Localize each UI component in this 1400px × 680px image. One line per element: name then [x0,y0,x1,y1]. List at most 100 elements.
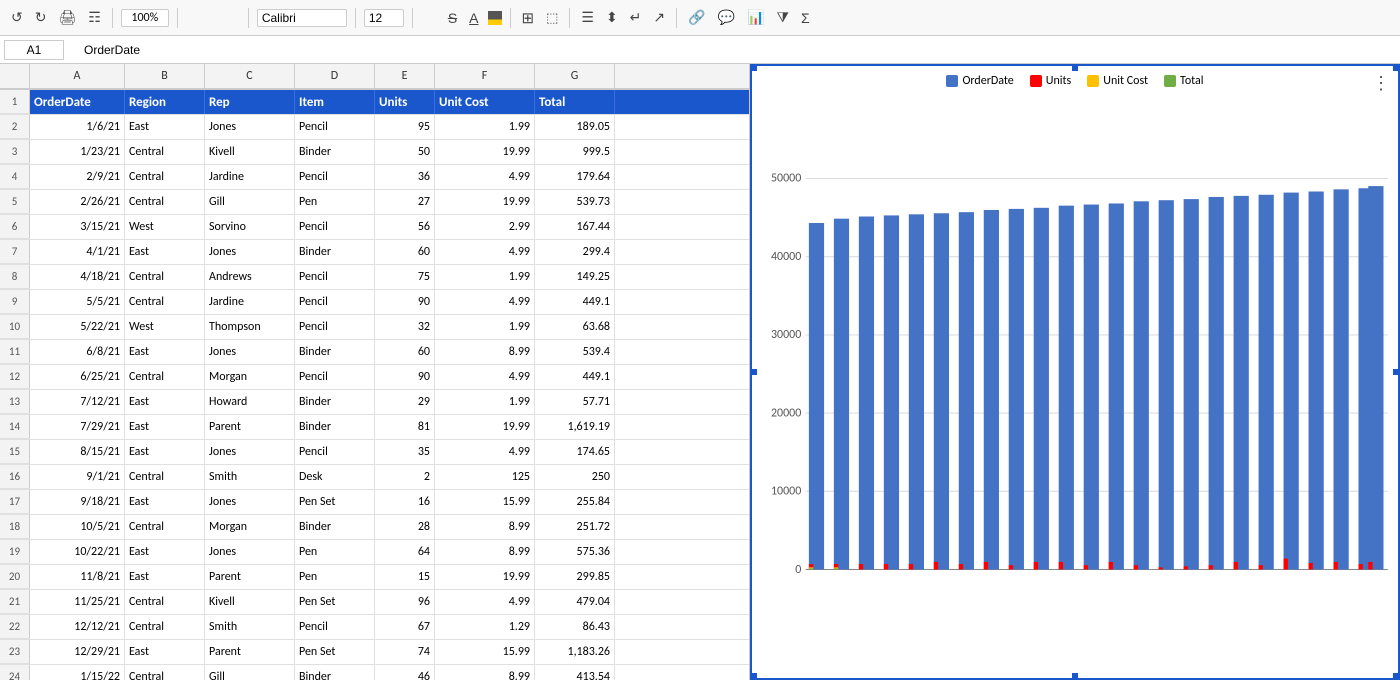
cell-f2[interactable]: 1.99 [435,115,535,139]
currency-button[interactable] [186,16,192,20]
cell-g5[interactable]: 539.73 [535,190,615,214]
cell-f8[interactable]: 1.99 [435,265,535,289]
col-header-e[interactable]: E [375,64,435,88]
strikethrough-button[interactable]: S [445,8,460,28]
link-button[interactable]: 🔗 [685,7,708,28]
merge-cells-button[interactable]: ⬚ [543,8,561,28]
cell-d24[interactable]: Binder [295,665,375,680]
cell-e12[interactable]: 90 [375,365,435,389]
cell-d8[interactable]: Pencil [295,265,375,289]
resize-handle-top-right[interactable] [1392,64,1400,72]
cell-a22[interactable]: 12/12/21 [30,615,125,639]
cell-a6[interactable]: 3/15/21 [30,215,125,239]
cell-e14[interactable]: 81 [375,415,435,439]
cell-d14[interactable]: Binder [295,415,375,439]
cell-c22[interactable]: Smith [205,615,295,639]
cell-c2[interactable]: Jones [205,115,295,139]
cell-e13[interactable]: 29 [375,390,435,414]
cell-d7[interactable]: Binder [295,240,375,264]
cell-c6[interactable]: Sorvino [205,215,295,239]
cell-f15[interactable]: 4.99 [435,440,535,464]
cell-d23[interactable]: Pen Set [295,640,375,664]
comment-button[interactable]: 💬 [715,7,738,28]
chart-button[interactable]: 📊 [744,7,767,28]
filter-button[interactable]: ⧩ [773,7,792,28]
cell-a12[interactable]: 6/25/21 [30,365,125,389]
cell-e19[interactable]: 64 [375,540,435,564]
cell-b24[interactable]: Central [125,665,205,680]
cell-e21[interactable]: 96 [375,590,435,614]
cell-d16[interactable]: Desk [295,465,375,489]
cell-e10[interactable]: 32 [375,315,435,339]
cell-e24[interactable]: 46 [375,665,435,680]
undo-button[interactable]: ↺ [8,7,26,28]
font-family-input[interactable] [257,9,347,27]
cell-c12[interactable]: Morgan [205,365,295,389]
cell-d9[interactable]: Pencil [295,290,375,314]
cell-f5[interactable]: 19.99 [435,190,535,214]
cell-c18[interactable]: Morgan [205,515,295,539]
cell-c9[interactable]: Jardine [205,290,295,314]
v-align-button[interactable]: ⬍ [603,7,621,28]
redo-button[interactable]: ↻ [32,7,50,28]
cell-c5[interactable]: Gill [205,190,295,214]
cell-f13[interactable]: 1.99 [435,390,535,414]
cell-g21[interactable]: 479.04 [535,590,615,614]
cell-g17[interactable]: 255.84 [535,490,615,514]
cell-f9[interactable]: 4.99 [435,290,535,314]
cell-f4[interactable]: 4.99 [435,165,535,189]
resize-handle-mid-left[interactable] [750,368,758,376]
cell-f10[interactable]: 1.99 [435,315,535,339]
cell-c14[interactable]: Parent [205,415,295,439]
cell-e16[interactable]: 2 [375,465,435,489]
cell-e23[interactable]: 74 [375,640,435,664]
cell-e20[interactable]: 15 [375,565,435,589]
cell-b23[interactable]: East [125,640,205,664]
col-header-f[interactable]: F [435,64,535,88]
cell-c13[interactable]: Howard [205,390,295,414]
cell-g2[interactable]: 189.05 [535,115,615,139]
cell-b17[interactable]: East [125,490,205,514]
cell-d13[interactable]: Binder [295,390,375,414]
cell-g14[interactable]: 1,619.19 [535,415,615,439]
resize-handle-bot-left[interactable] [750,672,758,680]
cell-b7[interactable]: East [125,240,205,264]
cell-e1[interactable]: Units [375,90,435,114]
cell-e3[interactable]: 50 [375,140,435,164]
cell-g13[interactable]: 57.71 [535,390,615,414]
cell-c7[interactable]: Jones [205,240,295,264]
borders-button[interactable]: ⊞ [519,7,538,29]
cell-d4[interactable]: Pencil [295,165,375,189]
cell-g3[interactable]: 999.5 [535,140,615,164]
cell-g16[interactable]: 250 [535,465,615,489]
bold-button[interactable] [421,16,427,20]
format123-button[interactable] [234,16,240,20]
cell-a7[interactable]: 4/1/21 [30,240,125,264]
decimal00-button[interactable] [222,16,228,20]
cell-a15[interactable]: 8/15/21 [30,440,125,464]
cell-a10[interactable]: 5/22/21 [30,315,125,339]
cell-a13[interactable]: 7/12/21 [30,390,125,414]
cell-d5[interactable]: Pen [295,190,375,214]
cell-a3[interactable]: 1/23/21 [30,140,125,164]
cell-c11[interactable]: Jones [205,340,295,364]
cell-c10[interactable]: Thompson [205,315,295,339]
cell-f12[interactable]: 4.99 [435,365,535,389]
h-align-button[interactable]: ☰ [578,7,597,28]
cell-b5[interactable]: Central [125,190,205,214]
cell-c16[interactable]: Smith [205,465,295,489]
cell-b2[interactable]: East [125,115,205,139]
cell-b4[interactable]: Central [125,165,205,189]
cell-b20[interactable]: East [125,565,205,589]
cell-b19[interactable]: East [125,540,205,564]
cell-d6[interactable]: Pencil [295,215,375,239]
cell-a16[interactable]: 9/1/21 [30,465,125,489]
cell-g11[interactable]: 539.4 [535,340,615,364]
cell-a17[interactable]: 9/18/21 [30,490,125,514]
cell-a19[interactable]: 10/22/21 [30,540,125,564]
cell-b12[interactable]: Central [125,365,205,389]
underline-button[interactable]: A [466,8,481,28]
cell-f20[interactable]: 19.99 [435,565,535,589]
function-button[interactable]: Σ [798,8,813,28]
cell-d11[interactable]: Binder [295,340,375,364]
